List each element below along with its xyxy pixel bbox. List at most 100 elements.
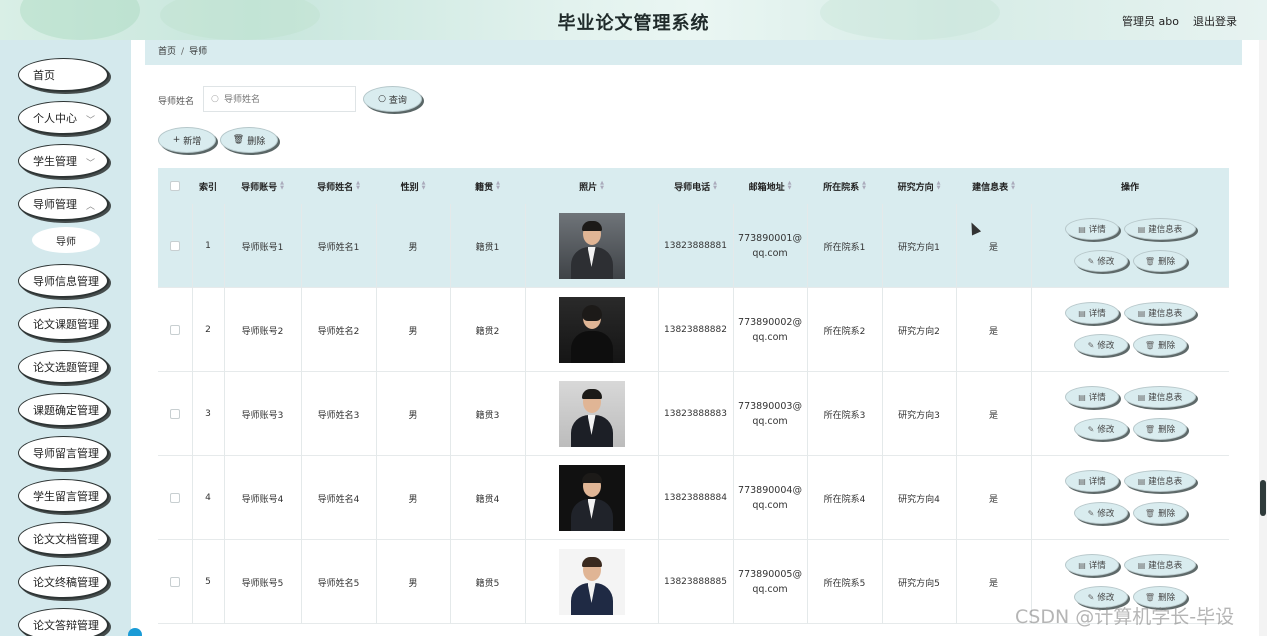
page-scrollbar[interactable] bbox=[1259, 40, 1267, 636]
sidebar-item-profile[interactable]: 个人中心 ﹀ bbox=[18, 101, 109, 135]
col-research[interactable]: 研究方向 ▲ ▼ bbox=[882, 168, 956, 204]
row-checkbox[interactable] bbox=[158, 372, 192, 456]
edit-button[interactable]: ✎ 修改 bbox=[1074, 502, 1128, 524]
sort-icon[interactable]: ▲ ▼ bbox=[788, 181, 792, 191]
cell-account: 导师账号2 bbox=[241, 326, 284, 337]
sidebar-item-label: 课题确定管理 bbox=[33, 403, 99, 417]
document-icon: ▤ bbox=[1137, 392, 1146, 402]
sidebar-item-thesis-topics[interactable]: 论文课题管理 bbox=[18, 307, 109, 341]
row-checkbox[interactable] bbox=[158, 204, 192, 288]
select-all-checkbox[interactable] bbox=[158, 168, 192, 204]
sidebar-item-tutor-info[interactable]: 导师信息管理 bbox=[18, 264, 109, 298]
chevron-up-icon: ︿ bbox=[85, 202, 95, 212]
cell-origin: 籍贯2 bbox=[475, 326, 500, 337]
edit-button[interactable]: ✎ 修改 bbox=[1074, 250, 1128, 272]
cell-account: 导师账号3 bbox=[241, 410, 284, 421]
table-row[interactable]: 3 导师账号3 导师姓名3 男 籍贯3 13823888883 77389000… bbox=[158, 372, 1229, 456]
sort-icon[interactable]: ▲ ▼ bbox=[600, 181, 604, 191]
add-button[interactable]: + 新增 bbox=[158, 127, 216, 153]
logout-link[interactable]: 退出登录 bbox=[1193, 13, 1237, 29]
row-checkbox[interactable] bbox=[158, 456, 192, 540]
table-row[interactable]: 4 导师账号4 导师姓名4 男 籍贯4 13823888884 77389000… bbox=[158, 456, 1229, 540]
cell-info-table: 是 bbox=[988, 326, 998, 337]
detail-button[interactable]: ▤ 详情 bbox=[1065, 218, 1119, 240]
search-field[interactable]: ○ bbox=[203, 86, 356, 112]
sort-icon[interactable]: ▲ ▼ bbox=[713, 181, 717, 191]
sidebar-item-label: 论文文档管理 bbox=[33, 532, 99, 546]
sort-icon[interactable]: ▲ ▼ bbox=[356, 181, 360, 191]
sidebar-item-student-messages[interactable]: 学生留言管理 bbox=[18, 479, 109, 513]
row-delete-button[interactable]: 🗑 删除 bbox=[1133, 502, 1187, 524]
column-divider bbox=[376, 204, 377, 624]
sort-icon[interactable]: ▲ ▼ bbox=[1011, 181, 1015, 191]
sort-icon[interactable]: ▲ ▼ bbox=[496, 181, 500, 191]
cell-phone: 13823888884 bbox=[664, 493, 727, 503]
column-divider bbox=[450, 204, 451, 624]
info-table-button[interactable]: ▤ 建信息表 bbox=[1124, 218, 1196, 240]
col-info-table[interactable]: 建信息表 ▲ ▼ bbox=[956, 168, 1031, 204]
row-actions: ▤ 详情 ▤ 建信息表 ✎ 修改 🗑 删除 bbox=[1031, 456, 1229, 540]
search-input[interactable] bbox=[224, 91, 349, 109]
col-dept[interactable]: 所在院系 ▲ ▼ bbox=[807, 168, 882, 204]
info-table-button[interactable]: ▤ 建信息表 bbox=[1124, 386, 1196, 408]
col-phone[interactable]: 导师电话 ▲ ▼ bbox=[658, 168, 733, 204]
row-delete-button[interactable]: 🗑 删除 bbox=[1133, 250, 1187, 272]
detail-button[interactable]: ▤ 详情 bbox=[1065, 470, 1119, 492]
sort-icon[interactable]: ▲ ▼ bbox=[937, 181, 941, 191]
detail-button[interactable]: ▤ 详情 bbox=[1065, 554, 1119, 576]
sidebar-item-final-drafts[interactable]: 论文终稿管理 bbox=[18, 565, 109, 599]
col-name[interactable]: 导师姓名 ▲ ▼ bbox=[301, 168, 376, 204]
edit-button[interactable]: ✎ 修改 bbox=[1074, 418, 1128, 440]
cell-gender: 男 bbox=[408, 494, 418, 505]
sidebar-item-defense[interactable]: 论文答辩管理 bbox=[18, 608, 109, 636]
cell-gender: 男 bbox=[408, 578, 418, 589]
cell-name: 导师姓名1 bbox=[317, 242, 360, 253]
sidebar-subitem-tutor[interactable]: 导师 bbox=[32, 227, 100, 253]
breadcrumb-separator: / bbox=[181, 47, 185, 57]
col-account[interactable]: 导师账号 ▲ ▼ bbox=[224, 168, 301, 204]
sidebar-item-label: 论文终稿管理 bbox=[33, 575, 99, 589]
table-row[interactable]: 2 导师账号2 导师姓名2 男 籍贯2 13823888882 77389000… bbox=[158, 288, 1229, 372]
sort-icon[interactable]: ▲ ▼ bbox=[280, 181, 284, 191]
row-checkbox[interactable] bbox=[158, 288, 192, 372]
edit-icon: ✎ bbox=[1087, 592, 1095, 602]
edit-icon: ✎ bbox=[1087, 340, 1095, 350]
sidebar-item-topic-confirm[interactable]: 课题确定管理 bbox=[18, 393, 109, 427]
scrollbar-thumb[interactable] bbox=[1260, 480, 1266, 516]
cell-phone: 13823888881 bbox=[664, 241, 727, 251]
sort-icon[interactable]: ▲ ▼ bbox=[862, 181, 866, 191]
cell-dept: 所在院系5 bbox=[823, 578, 866, 589]
info-table-button[interactable]: ▤ 建信息表 bbox=[1124, 470, 1196, 492]
sidebar-item-tutor-messages[interactable]: 导师留言管理 bbox=[18, 436, 109, 470]
sidebar-item-tutors[interactable]: 导师管理 ︿ bbox=[18, 187, 109, 221]
cell-photo bbox=[525, 288, 658, 372]
row-checkbox[interactable] bbox=[158, 540, 192, 624]
col-photo[interactable]: 照片 ▲ ▼ bbox=[525, 168, 658, 204]
sidebar-item-topic-selection[interactable]: 论文选题管理 bbox=[18, 350, 109, 384]
info-table-button[interactable]: ▤ 建信息表 bbox=[1124, 302, 1196, 324]
cell-dept: 所在院系1 bbox=[823, 242, 866, 253]
cell-name: 导师姓名5 bbox=[317, 578, 360, 589]
col-email[interactable]: 邮箱地址 ▲ ▼ bbox=[733, 168, 807, 204]
info-table-button[interactable]: ▤ 建信息表 bbox=[1124, 554, 1196, 576]
detail-button[interactable]: ▤ 详情 bbox=[1065, 386, 1119, 408]
col-gender[interactable]: 性别 ▲ ▼ bbox=[376, 168, 450, 204]
detail-button[interactable]: ▤ 详情 bbox=[1065, 302, 1119, 324]
breadcrumb-home[interactable]: 首页 bbox=[158, 47, 176, 57]
document-icon: ▤ bbox=[1078, 476, 1086, 486]
sidebar-item-students[interactable]: 学生管理 ﹀ bbox=[18, 144, 109, 178]
edit-icon: ✎ bbox=[1087, 508, 1095, 518]
query-button[interactable]: ○ 查询 bbox=[363, 86, 422, 112]
delete-button[interactable]: 🗑 删除 bbox=[220, 127, 278, 153]
sidebar-item-thesis-docs[interactable]: 论文文档管理 bbox=[18, 522, 109, 556]
cell-name: 导师姓名3 bbox=[317, 410, 360, 421]
row-delete-button[interactable]: 🗑 删除 bbox=[1133, 418, 1187, 440]
sort-icon[interactable]: ▲ ▼ bbox=[422, 181, 426, 191]
col-origin[interactable]: 籍贯 ▲ ▼ bbox=[450, 168, 525, 204]
row-delete-button[interactable]: 🗑 删除 bbox=[1133, 334, 1187, 356]
edit-button[interactable]: ✎ 修改 bbox=[1074, 334, 1128, 356]
sidebar-item-home[interactable]: 首页 bbox=[18, 58, 109, 92]
trash-icon: 🗑 bbox=[1144, 256, 1156, 266]
table-row[interactable]: 1 导师账号1 导师姓名1 男 籍贯1 13823888881 77389000… bbox=[158, 204, 1229, 288]
cell-gender: 男 bbox=[408, 326, 418, 337]
